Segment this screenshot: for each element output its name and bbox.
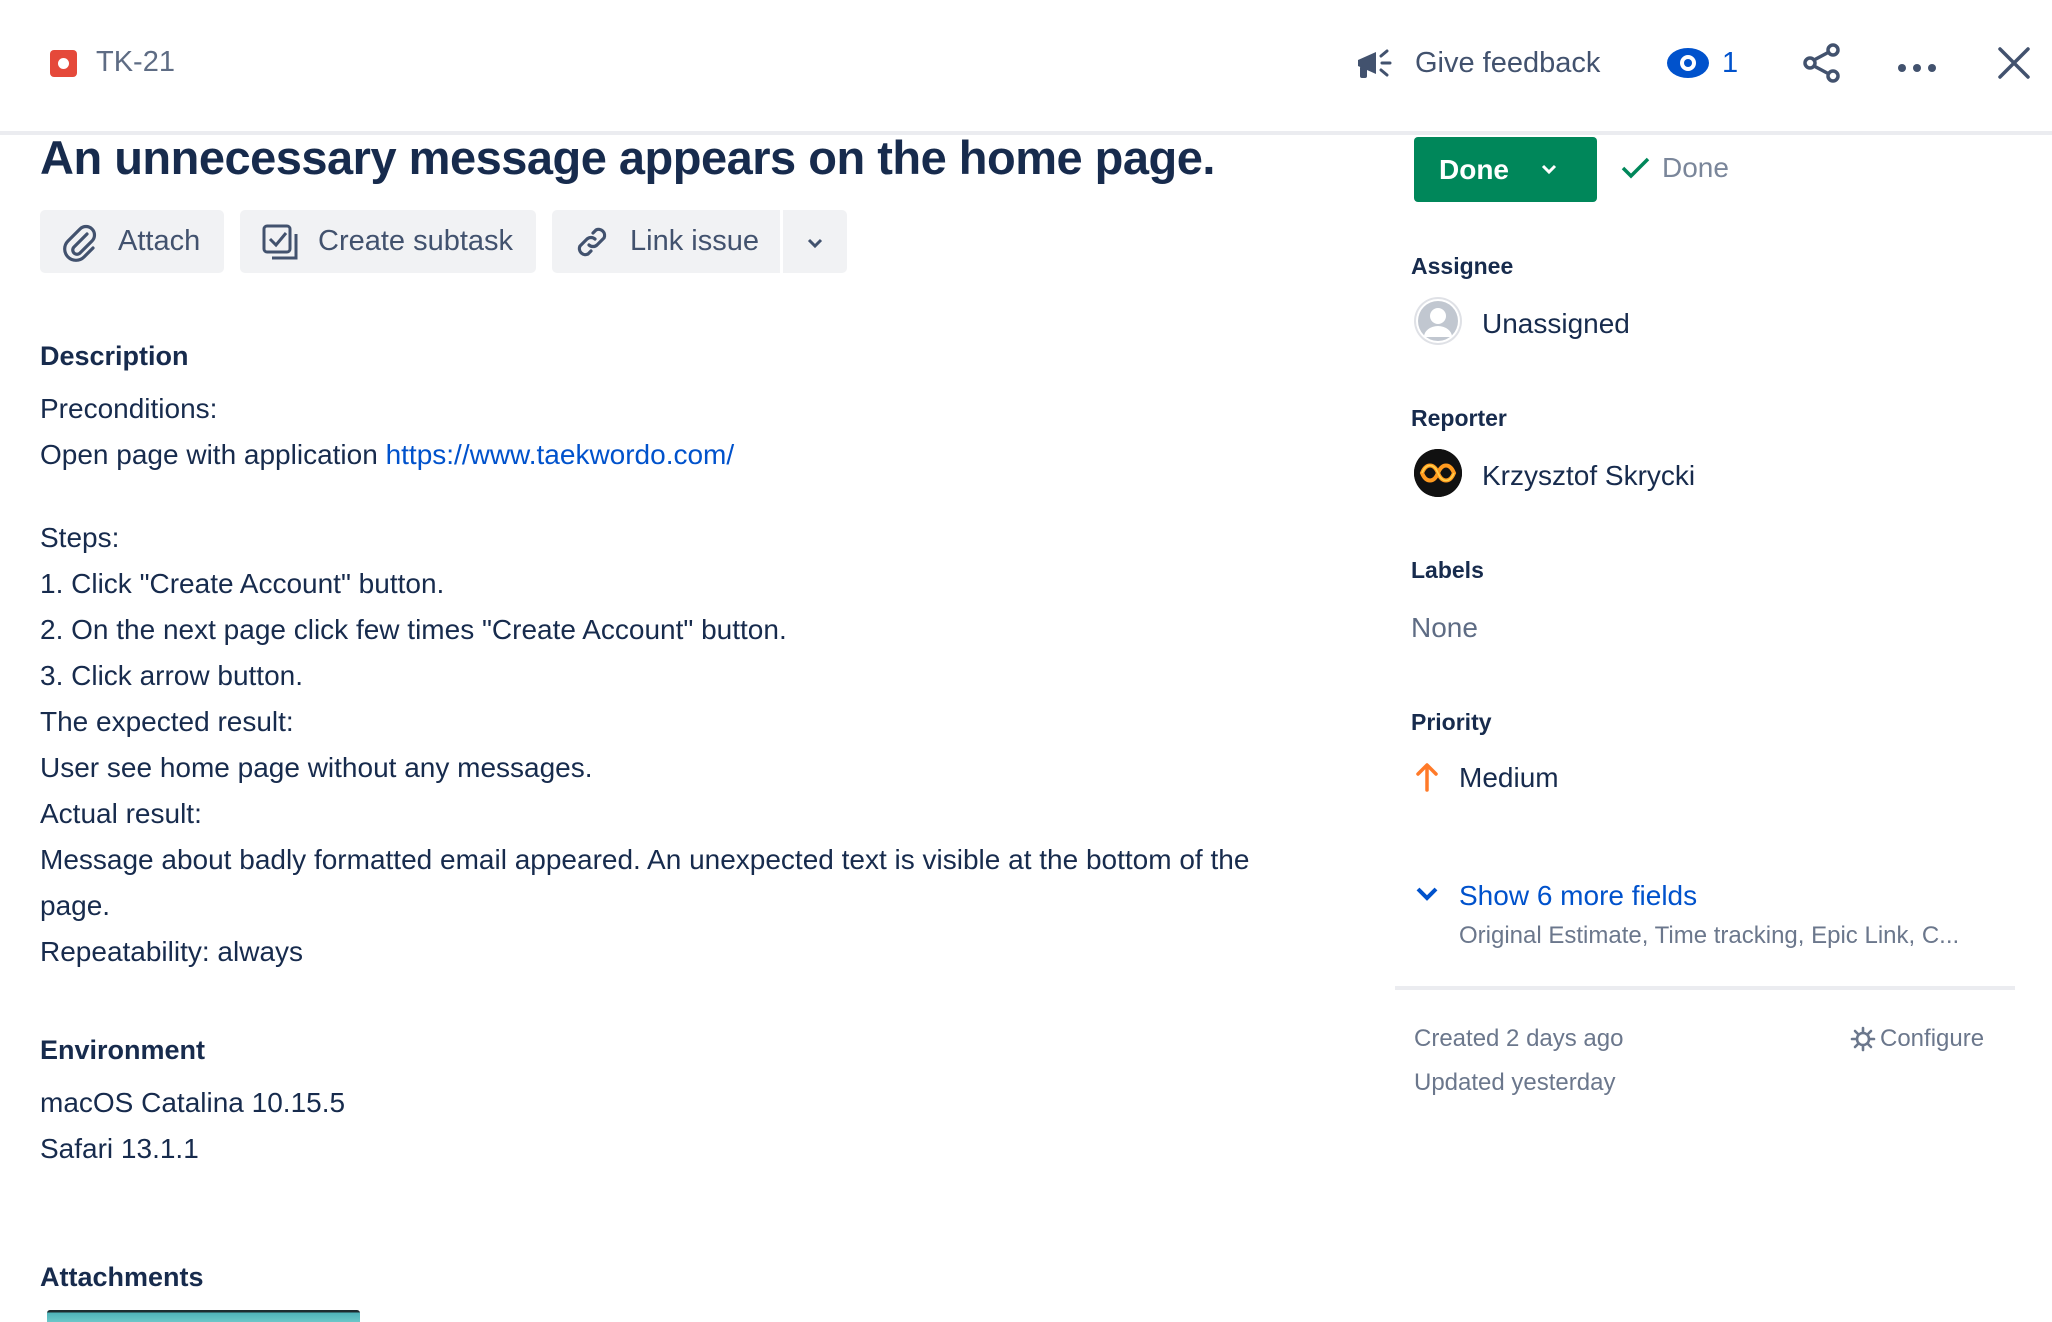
description-line: page.: [40, 890, 111, 921]
description-line: 1. Click "Create Account" button.: [40, 568, 445, 599]
link-icon: [572, 222, 612, 262]
priority-label: Priority: [1411, 709, 1492, 735]
megaphone-icon[interactable]: [1352, 42, 1396, 91]
environment-line: Safari 13.1.1: [40, 1133, 199, 1164]
description-line: The expected result:: [40, 706, 294, 737]
description-line: User see home page without any messages.: [40, 752, 593, 783]
priority-medium-arrow-icon: [1414, 762, 1440, 797]
assignee-value[interactable]: Unassigned: [1482, 308, 1630, 340]
environment-line: macOS Catalina 10.15.5: [40, 1087, 346, 1118]
labels-label: Labels: [1411, 557, 1484, 583]
description-line: Preconditions:: [40, 393, 218, 424]
assignee-label: Assignee: [1411, 253, 1514, 279]
chevron-down-icon: [805, 225, 825, 258]
attach-button[interactable]: Attach: [40, 210, 224, 273]
link-issue-button[interactable]: Link issue: [552, 210, 780, 273]
attach-label: Attach: [118, 225, 201, 257]
create-subtask-button[interactable]: Create subtask: [240, 210, 536, 273]
configure-button[interactable]: Configure: [1850, 1025, 1984, 1053]
application-url-link[interactable]: https://www.taekwordo.com/: [386, 439, 735, 470]
configure-label: Configure: [1880, 1025, 1985, 1052]
chevron-down-icon[interactable]: [1414, 883, 1440, 910]
attachment-thumbnail[interactable]: [47, 1310, 360, 1322]
share-icon[interactable]: [1801, 42, 1843, 89]
description-line-text: Open page with application: [40, 439, 386, 470]
issue-key-link[interactable]: TK-21: [96, 46, 175, 79]
reporter-label: Reporter: [1411, 405, 1507, 431]
attachments-heading: Attachments: [40, 1262, 204, 1292]
updated-timestamp: Updated yesterday: [1414, 1069, 1616, 1096]
link-issue-label: Link issue: [630, 225, 759, 257]
show-more-fields-link[interactable]: Show 6 more fields: [1459, 880, 1697, 912]
hidden-fields-summary: Original Estimate, Time tracking, Epic L…: [1459, 922, 1960, 949]
gear-icon: [1850, 1026, 1876, 1052]
description-line: Steps:: [40, 522, 120, 553]
status-label: Done: [1439, 153, 1509, 185]
unassigned-avatar-icon[interactable]: [1414, 297, 1462, 345]
description-line: Message about badly formatted email appe…: [40, 844, 1250, 875]
description-heading: Description: [40, 341, 189, 371]
reporter-value[interactable]: Krzysztof Skrycki: [1482, 460, 1695, 492]
description-line: Actual result:: [40, 798, 202, 829]
divider: [1395, 986, 2015, 990]
eye-watch-icon[interactable]: [1666, 46, 1710, 85]
description-line: Open page with application https://www.t…: [40, 439, 734, 471]
bug-issue-type-icon[interactable]: [50, 50, 77, 77]
resolution-label: Done: [1662, 152, 1729, 183]
chevron-down-icon: [1539, 163, 1559, 177]
give-feedback-button[interactable]: Give feedback: [1415, 47, 1600, 80]
status-transition-button[interactable]: Done: [1414, 137, 1597, 202]
watchers-count[interactable]: 1: [1722, 47, 1738, 80]
environment-heading: Environment: [40, 1035, 206, 1065]
priority-value[interactable]: Medium: [1459, 762, 1559, 794]
more-actions-dropdown[interactable]: [783, 210, 847, 273]
description-line: 3. Click arrow button.: [40, 660, 303, 691]
description-line: 2. On the next page click few times "Cre…: [40, 614, 787, 645]
issue-header-bar: TK-21 Give feedback 1: [0, 0, 2052, 135]
created-timestamp: Created 2 days ago: [1414, 1025, 1624, 1052]
reporter-avatar[interactable]: [1414, 449, 1462, 497]
paperclip-icon: [60, 222, 100, 262]
checkmark-icon: [1621, 157, 1650, 179]
more-actions-icon[interactable]: [1897, 60, 1937, 78]
subtask-icon: [260, 222, 300, 262]
labels-value[interactable]: None: [1411, 612, 1478, 644]
issue-summary-title[interactable]: An unnecessary message appears on the ho…: [40, 130, 1215, 185]
create-subtask-label: Create subtask: [318, 225, 514, 257]
description-line: Repeatability: always: [40, 936, 304, 967]
resolution-status: Done: [1620, 152, 1729, 184]
close-icon[interactable]: [1997, 46, 2031, 85]
